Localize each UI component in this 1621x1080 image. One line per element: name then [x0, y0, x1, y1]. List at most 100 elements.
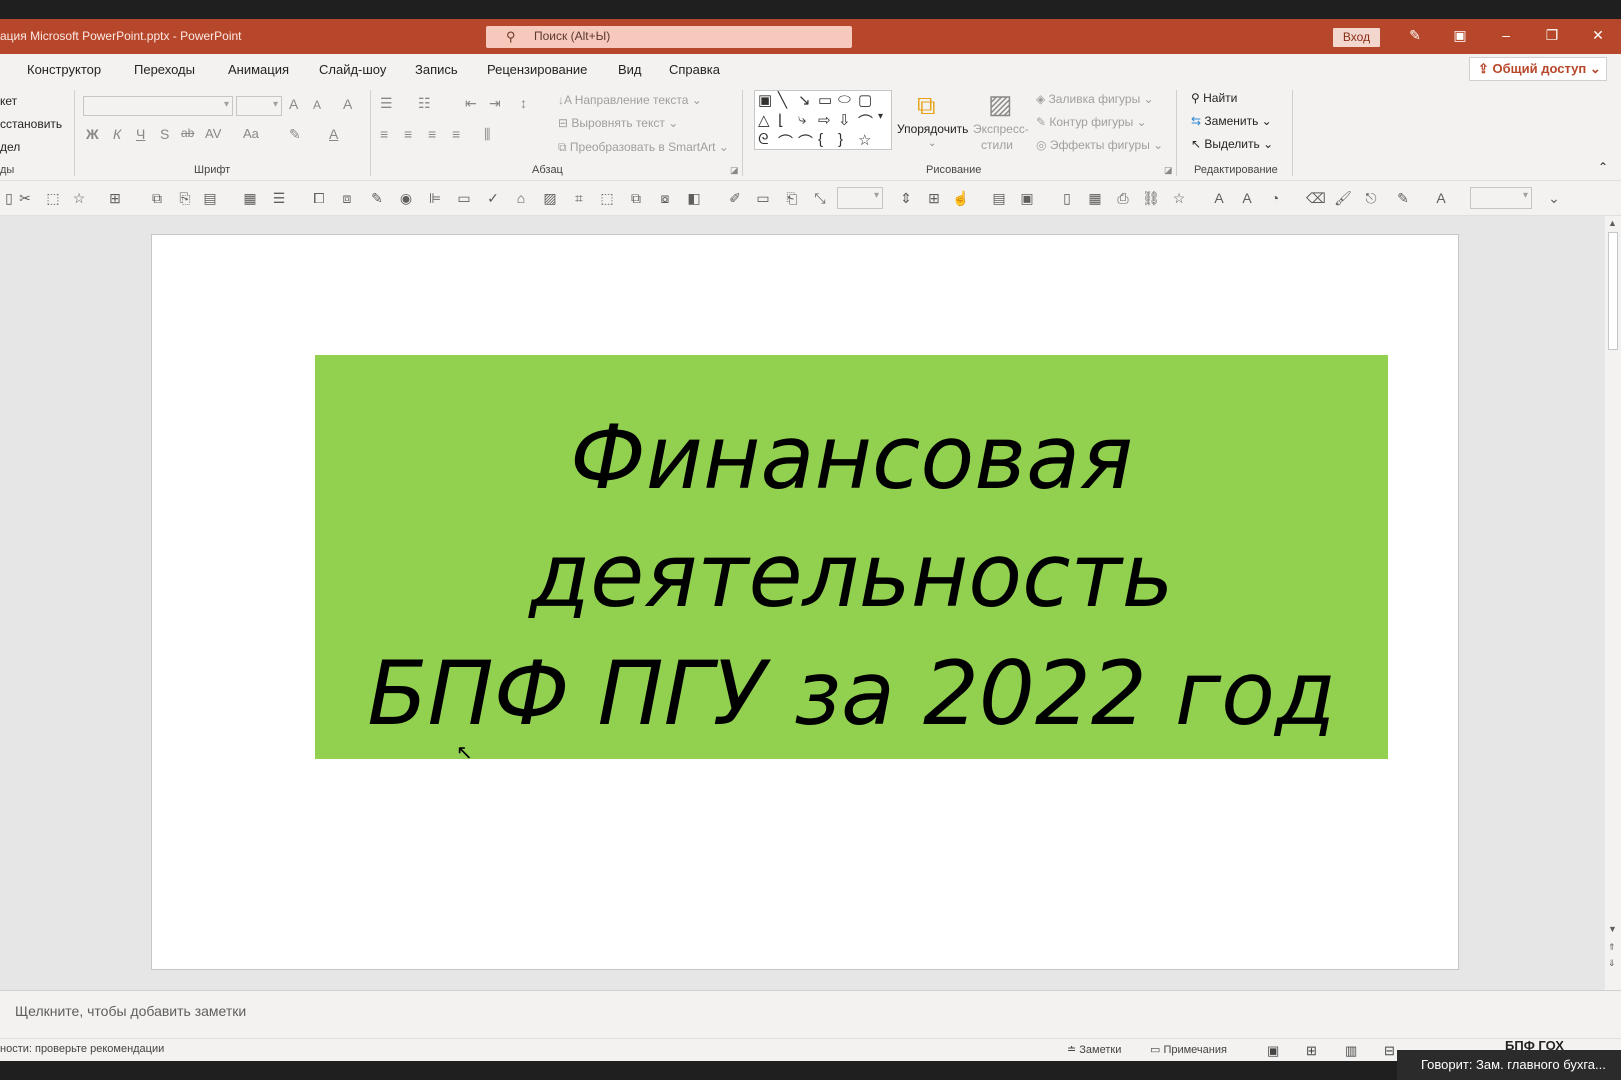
tab-animations[interactable]: Анимация — [228, 62, 289, 77]
line-spacing-icon[interactable]: ↕ — [520, 95, 527, 111]
resize-icon[interactable]: ⤡ — [811, 190, 829, 207]
next-slide-icon[interactable]: ⇓ — [1608, 958, 1616, 969]
scroll-thumb[interactable] — [1608, 232, 1618, 350]
ribbon-display-icon[interactable]: ▣ — [1450, 27, 1470, 44]
presenter-icon[interactable]: ⊞ — [925, 190, 943, 207]
font-color-icon[interactable]: A — [329, 126, 338, 142]
new-slide-icon[interactable]: ▭ — [754, 190, 772, 207]
duplicate-icon[interactable]: ⎗ — [783, 190, 801, 207]
curve-shape-icon[interactable]: ⌒ — [778, 131, 793, 152]
numbering-icon[interactable]: ☷ — [418, 95, 431, 112]
italic-button[interactable]: К — [113, 126, 121, 142]
customize-toolbar-icon[interactable]: ⌄ — [1545, 190, 1563, 207]
triangle-shape-icon[interactable]: △ — [758, 111, 770, 129]
signin-button[interactable]: Вход — [1333, 28, 1380, 47]
record-icon[interactable]: ◉ — [397, 190, 415, 207]
arrange-button[interactable]: Упорядочить — [897, 122, 968, 136]
touch-icon[interactable]: ☝ — [952, 190, 970, 207]
layout-button[interactable]: кет — [0, 94, 17, 108]
vertical-scrollbar[interactable]: ▲ ▼ ⇑ ⇓ — [1605, 216, 1621, 990]
shrink-font-icon[interactable]: A — [1238, 190, 1256, 206]
arrow-shape-icon[interactable]: ↘ — [798, 91, 811, 109]
dialog-launcher-icon[interactable]: ◪ — [730, 165, 739, 176]
accessibility-status[interactable]: ности: проверьте рекомендации — [0, 1043, 164, 1055]
open-icon[interactable]: ⌂ — [512, 190, 530, 206]
left-brace-icon[interactable]: { — [818, 131, 823, 148]
reset-button[interactable]: сстановить — [0, 117, 62, 131]
toolbar-combo[interactable]: ▾ — [837, 187, 883, 209]
tab-review[interactable]: Рецензирование — [487, 62, 587, 77]
grow-font-icon[interactable]: A — [289, 96, 298, 112]
down-arrow-shape-icon[interactable]: ⇩ — [838, 111, 851, 129]
export-icon[interactable]: ⎋ — [1362, 190, 1380, 207]
find-button[interactable]: ⚲ Найти — [1191, 91, 1237, 105]
slide-title[interactable]: Финансовая деятельность БПФ ПГУ за 2022 … — [315, 399, 1388, 753]
right-brace-icon[interactable]: } — [838, 131, 843, 148]
freeform-shape-icon[interactable]: ⌒ — [858, 111, 873, 132]
quick-styles-icon[interactable]: ▨ — [988, 89, 1013, 120]
layout-icon[interactable]: ▤ — [201, 190, 219, 207]
table-icon[interactable]: ⊞ — [106, 190, 124, 207]
text-direction-button[interactable]: ↓A Направление текста ⌄ — [558, 93, 702, 107]
change-case-button[interactable]: Aa — [243, 126, 259, 141]
search-box[interactable]: ⚲ Поиск (Alt+Ы) — [486, 26, 852, 48]
notes-toggle[interactable]: ≐ Заметки — [1067, 1043, 1121, 1056]
shrink-font-icon[interactable]: A — [313, 98, 321, 112]
format-painter-icon[interactable]: 🖌 — [1334, 190, 1352, 207]
textbox-shape-icon[interactable]: ▣ — [758, 91, 772, 109]
shape-outline-icon[interactable]: ☆ — [1170, 190, 1188, 207]
close-icon[interactable]: ✕ — [1588, 27, 1608, 44]
copy-icon[interactable]: ⧉ — [148, 190, 166, 207]
bullets-icon[interactable]: ☰ — [380, 95, 393, 112]
minimize-icon[interactable]: – — [1496, 27, 1516, 43]
align-center-icon[interactable]: ≡ — [404, 126, 412, 142]
title-placeholder[interactable]: Финансовая деятельность БПФ ПГУ за 2022 … — [315, 355, 1388, 759]
arrange-icon[interactable]: ⧉ — [917, 90, 936, 122]
gallery-more-icon[interactable]: ▾ — [878, 111, 883, 122]
select-object-icon[interactable]: ⬚ — [44, 190, 62, 207]
slide-sorter-icon[interactable]: ⊞ — [1306, 1043, 1317, 1059]
star-shape-icon[interactable]: ☆ — [858, 131, 871, 149]
tab-record[interactable]: Запись — [415, 62, 458, 77]
collapse-ribbon-icon[interactable]: ⌃ — [1598, 160, 1608, 174]
font-size-combo[interactable]: ▾ — [236, 96, 282, 116]
align-left-icon[interactable]: ≡ — [380, 126, 388, 142]
bring-forward-icon[interactable]: ⧉ — [627, 190, 645, 207]
align-icon[interactable]: ⊫ — [426, 190, 444, 207]
shape-outline-button[interactable]: ✎ Контур фигуры ⌄ — [1036, 115, 1147, 129]
line-shape-icon[interactable]: ╲ — [778, 91, 787, 109]
shapes-icon[interactable]: ◔ — [1266, 190, 1284, 206]
tab-transitions[interactable]: Переходы — [134, 62, 195, 77]
bold-button[interactable]: Ж — [86, 126, 99, 142]
screen-icon[interactable]: ▭ — [455, 190, 473, 207]
toolbar-combo-2[interactable]: ▾ — [1470, 187, 1532, 209]
tab-help[interactable]: Справка — [669, 62, 720, 77]
quick-styles-label-1[interactable]: Экспресс- — [973, 122, 1029, 136]
normal-view-icon[interactable]: ▣ — [1267, 1043, 1279, 1059]
save-check-icon[interactable]: ⎙ — [1114, 190, 1132, 207]
tab-design[interactable]: Конструктор — [27, 62, 101, 77]
scroll-up-icon[interactable]: ▲ — [1608, 218, 1617, 228]
grow-font-icon[interactable]: A — [1210, 190, 1228, 206]
clear-icon[interactable]: ⌫ — [1306, 190, 1326, 207]
quick-styles-label-2[interactable]: стили — [981, 138, 1013, 152]
align-right-icon[interactable]: ≡ — [428, 126, 436, 142]
eyedropper-icon[interactable]: ✐ — [726, 190, 744, 207]
tab-view[interactable]: Вид — [618, 62, 642, 77]
right-arrow-shape-icon[interactable]: ⇨ — [818, 111, 831, 129]
paste-icon[interactable]: ⎘ — [176, 190, 194, 207]
shadow-button[interactable]: S — [160, 126, 169, 142]
char-spacing-button[interactable]: AV — [205, 126, 221, 141]
columns-icon[interactable]: ⫼ — [484, 126, 490, 143]
rounded-rect-shape-icon[interactable]: ▢ — [858, 91, 872, 109]
oval-shape-icon[interactable]: ⬭ — [838, 91, 851, 108]
font-name-combo[interactable]: ▾ — [83, 96, 233, 116]
star-icon[interactable]: ☆ — [70, 190, 88, 207]
clear-format-icon[interactable]: A — [343, 96, 352, 112]
crop-icon[interactable]: ⌗ — [570, 190, 588, 207]
replace-button[interactable]: ⇆ Заменить ⌄ — [1191, 114, 1272, 128]
comment-icon[interactable]: ▣ — [1018, 190, 1036, 207]
smartart-button[interactable]: ⧉ Преобразовать в SmartArt ⌄ — [558, 140, 729, 155]
strikethrough-button[interactable]: ab — [181, 126, 194, 140]
cut-icon[interactable]: ✂ — [16, 190, 34, 207]
